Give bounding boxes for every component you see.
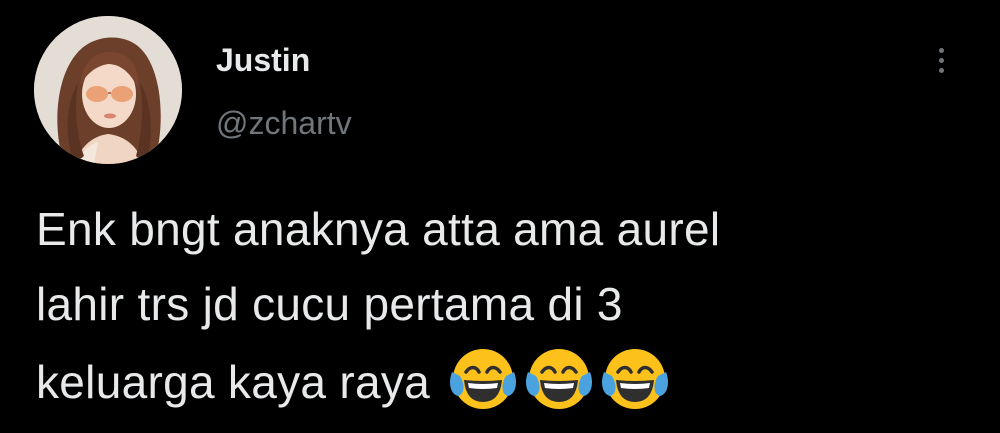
face-with-tears-of-joy-icon (450, 349, 517, 409)
more-vertical-icon-dot (938, 57, 944, 63)
avatar[interactable] (34, 16, 182, 164)
tweet-text-line: keluarga kaya raya (36, 342, 976, 420)
face-with-tears-of-joy-icon (526, 349, 593, 409)
tweet-card: Justin @zchartv Enk bngt anaknya atta am… (0, 0, 1000, 433)
tweet-text: Enk bngt anaknya atta ama aurel lahir tr… (36, 192, 976, 420)
face-with-tears-of-joy-icon (602, 349, 669, 409)
tweet-text-line: lahir trs jd cucu pertama di 3 (36, 278, 623, 330)
tweet-text-line: Enk bngt anaknya atta ama aurel (36, 203, 721, 255)
more-vertical-icon-dot (938, 67, 944, 73)
more-vertical-icon (938, 47, 944, 53)
more-options-button[interactable] (926, 40, 956, 80)
tweet-text-line-words: keluarga kaya raya (36, 356, 431, 408)
author-handle[interactable]: @zchartv (216, 103, 352, 143)
avatar-image (34, 16, 182, 164)
author-name[interactable]: Justin (216, 40, 310, 80)
